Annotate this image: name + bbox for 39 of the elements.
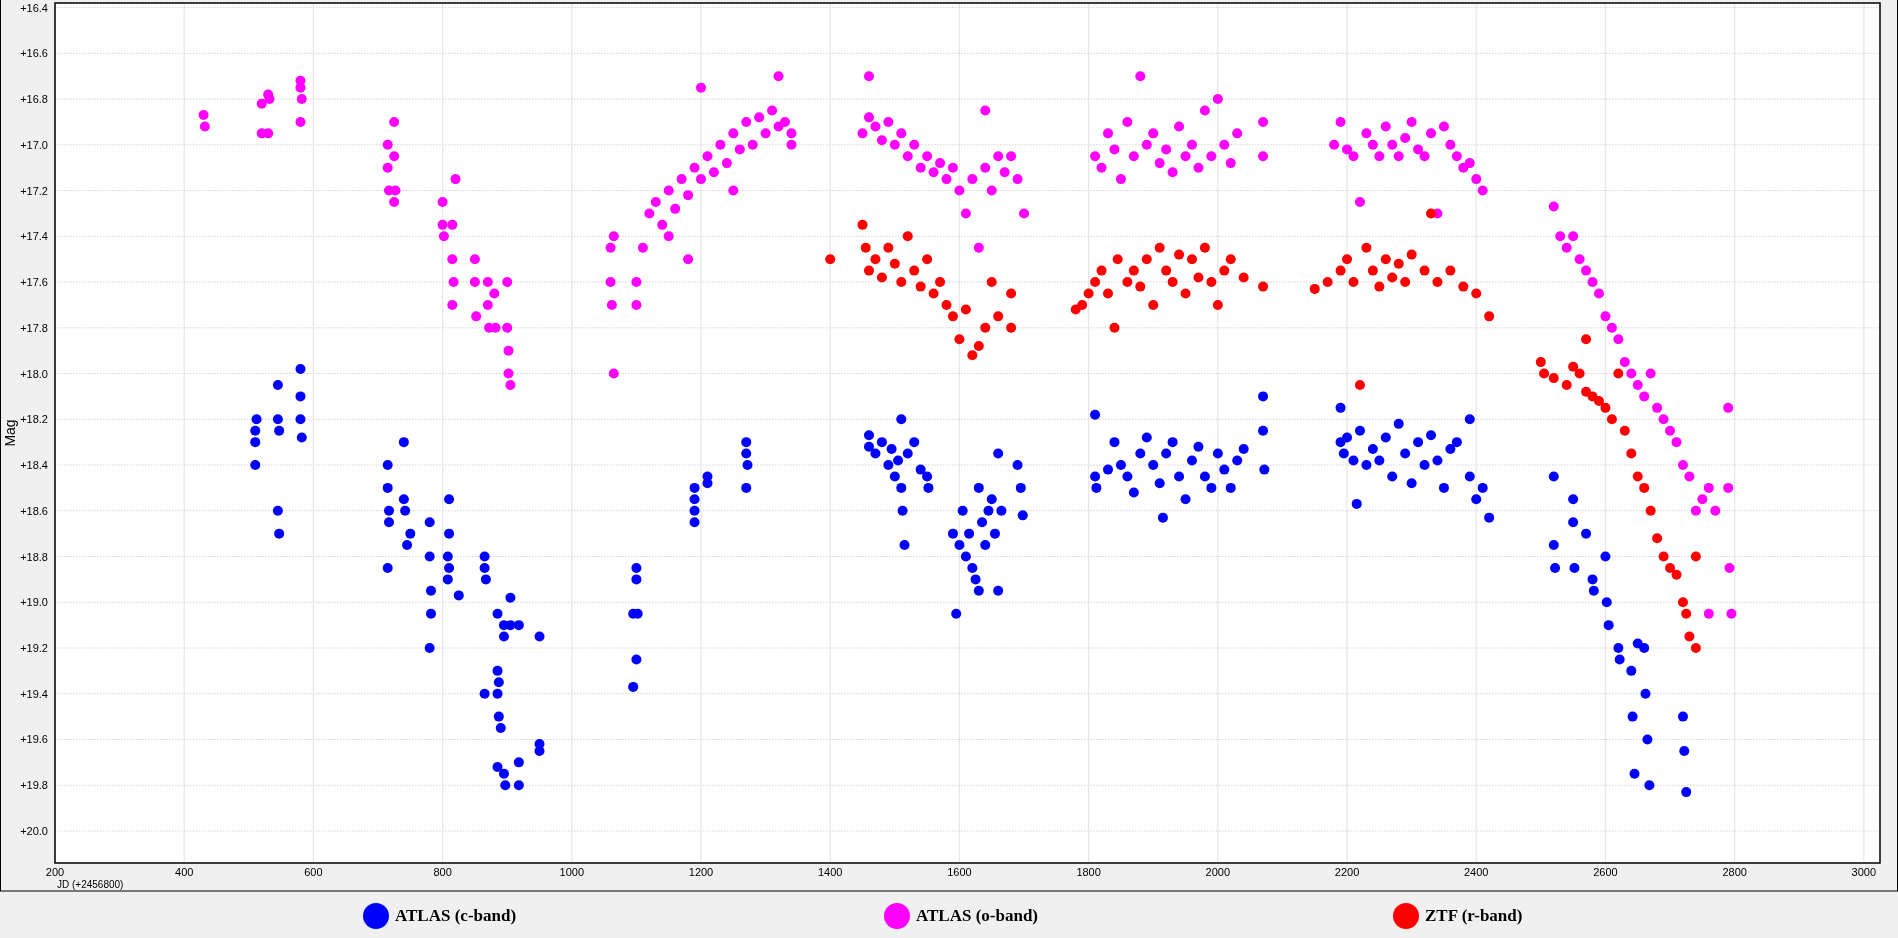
x-tick-label: 1200 [688,866,714,878]
x-tick-label: 1000 [559,866,585,878]
x-tick-label: 2000 [1205,866,1231,878]
y-tick-label: +18.8 [20,550,48,563]
legend-label: ATLAS (o-band) [916,905,1039,926]
x-tick-label: 2200 [1334,866,1360,878]
x-tick-label: 600 [304,866,323,878]
y-tick-label: +16.8 [20,93,48,106]
y-tick-label: +17.8 [20,321,48,334]
y-tick-label: +19.4 [20,687,48,700]
y-tick-label: +19.8 [20,779,48,792]
x-tick-label: 400 [175,866,194,878]
y-tick-label: +16.6 [20,47,48,60]
x-tick-label: 200 [45,866,65,878]
y-tick-label: +19.0 [20,596,48,609]
x-tick-label: 2600 [1593,866,1618,878]
y-tick-label: +19.2 [20,642,48,654]
y-axis-title: Mag [2,419,18,447]
y-tick-label: +17.2 [20,184,48,197]
y-tick-label: +18.4 [20,459,48,471]
x-tick-label: 1600 [947,866,972,878]
y-tick-label: +17.6 [20,276,48,289]
x-tick-label: 1800 [1076,866,1101,878]
y-tick-label: +20.0 [20,825,48,837]
x-tick-label: 2400 [1464,866,1489,878]
y-tick-label: +16.4 [20,1,48,14]
legend-label: ZTF (r-band) [1425,905,1523,926]
y-tick-label: +17.4 [20,230,48,243]
x-axis-title: JD (+2456800) [57,879,124,890]
legend-label: ATLAS (c-band) [395,905,517,926]
y-tick-label: +19.6 [20,733,48,746]
y-tick-label: +18.0 [20,367,48,380]
x-tick-label: 2800 [1722,866,1747,878]
y-tick-label: +18.6 [20,504,48,517]
x-tick-label: 3000 [1851,866,1877,878]
x-tick-label: 800 [433,866,452,878]
y-tick-label: +17.0 [20,138,48,151]
x-tick-label: 1400 [818,866,843,878]
y-tick-label: +18.2 [20,413,48,426]
